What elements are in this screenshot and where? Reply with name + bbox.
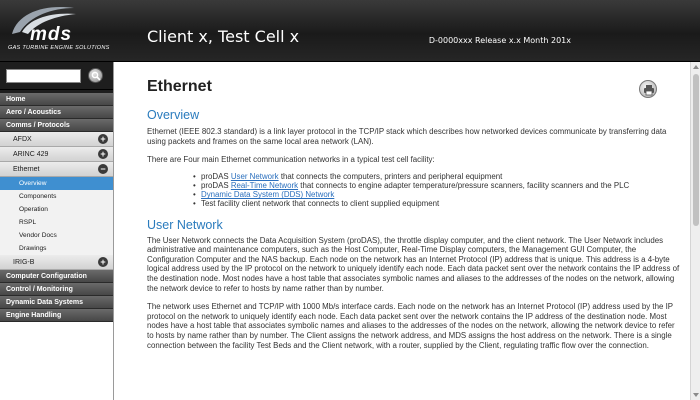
nav-drawings[interactable]: Drawings bbox=[0, 242, 113, 255]
nav-dynamic-data-systems[interactable]: Dynamic Data Systems bbox=[0, 296, 113, 309]
nav-aero-acoustics[interactable]: Aero / Acoustics bbox=[0, 106, 113, 119]
nav-arinc-429[interactable]: ARINC 429 + bbox=[0, 147, 113, 162]
search-area bbox=[0, 62, 113, 90]
main-content: Ethernet Overview Ethernet (IEEE 802.3 s… bbox=[115, 62, 690, 400]
real-time-network-link[interactable]: Real-Time Network bbox=[231, 181, 298, 190]
scroll-thumb[interactable] bbox=[693, 74, 699, 226]
overview-heading: Overview bbox=[147, 108, 200, 122]
scroll-up-arrow-icon[interactable] bbox=[693, 65, 699, 69]
list-item-text: that connects the computers, printers an… bbox=[278, 171, 503, 181]
user-network-paragraph-2: The network uses Ethernet and TCP/IP wit… bbox=[147, 302, 675, 350]
search-input[interactable] bbox=[6, 69, 81, 83]
logo-tagline: GAS TURBINE ENGINE SOLUTIONS bbox=[8, 45, 110, 51]
logo-text: mds bbox=[30, 24, 73, 45]
list-item: Test facility client network that connec… bbox=[193, 199, 680, 209]
list-item-text: that connects to engine adapter temperat… bbox=[298, 180, 630, 190]
expand-plus-icon[interactable]: + bbox=[98, 257, 108, 267]
nav-vendor-docs[interactable]: Vendor Docs bbox=[0, 229, 113, 242]
nav-home[interactable]: Home bbox=[0, 93, 113, 106]
scroll-down-arrow-icon[interactable] bbox=[693, 393, 699, 397]
nav-components[interactable]: Components bbox=[0, 190, 113, 203]
nav-irig-b-label: IRIG-B bbox=[13, 259, 35, 266]
nav-afdx-label: AFDX bbox=[13, 136, 32, 143]
expand-plus-icon[interactable]: + bbox=[98, 149, 108, 159]
list-item: proDAS Real-Time Network that connects t… bbox=[193, 180, 680, 190]
list-item-text: Test facility client network that connec… bbox=[201, 199, 440, 209]
nav-engine-handling[interactable]: Engine Handling bbox=[0, 309, 113, 322]
printer-icon bbox=[644, 85, 654, 96]
sidebar: Home Aero / Acoustics Comms / Protocols … bbox=[0, 62, 114, 400]
document-reference: D-0000xxx Release x.x Month 201x bbox=[428, 36, 571, 45]
nav-irig-b[interactable]: IRIG-B + bbox=[0, 255, 113, 270]
search-icon bbox=[91, 71, 101, 81]
expand-plus-icon[interactable]: + bbox=[98, 134, 108, 144]
collapse-minus-icon[interactable]: − bbox=[98, 164, 108, 174]
nav-arinc-429-label: ARINC 429 bbox=[13, 151, 49, 158]
list-item-text: proDAS bbox=[201, 180, 231, 190]
search-button[interactable] bbox=[88, 68, 103, 83]
network-list: proDAS User Network that connects the co… bbox=[193, 171, 680, 209]
print-button[interactable] bbox=[639, 80, 657, 98]
header: mds GAS TURBINE ENGINE SOLUTIONS Client … bbox=[0, 0, 700, 62]
nav-overview[interactable]: Overview bbox=[0, 177, 113, 190]
nav-ethernet-label: Ethernet bbox=[13, 166, 40, 173]
nav-rspl[interactable]: RSPL bbox=[0, 216, 113, 229]
nav-operation[interactable]: Operation bbox=[0, 203, 113, 216]
nav-ethernet[interactable]: Ethernet − bbox=[0, 162, 113, 177]
overview-paragraph-2: There are Four main Ethernet communicati… bbox=[147, 155, 435, 165]
nav-computer-configuration[interactable]: Computer Configuration bbox=[0, 270, 113, 283]
overview-paragraph-1: Ethernet (IEEE 802.3 standard) is a link… bbox=[147, 127, 667, 146]
dds-network-link[interactable]: Dynamic Data System (DDS) Network bbox=[201, 190, 334, 199]
page-title: Ethernet bbox=[147, 78, 212, 95]
client-title: Client x, Test Cell x bbox=[147, 27, 300, 46]
user-network-heading: User Network bbox=[147, 217, 223, 232]
user-network-paragraph-1: The User Network connects the Data Acqui… bbox=[147, 235, 680, 293]
content-scrollbar[interactable] bbox=[690, 62, 700, 400]
nav-comms-protocols[interactable]: Comms / Protocols bbox=[0, 119, 113, 132]
list-item: Dynamic Data System (DDS) Network bbox=[193, 190, 680, 199]
nav-afdx[interactable]: AFDX + bbox=[0, 132, 113, 147]
nav-control-monitoring[interactable]: Control / Monitoring bbox=[0, 283, 113, 296]
list-item-text: proDAS bbox=[201, 171, 231, 181]
user-network-link[interactable]: User Network bbox=[231, 172, 279, 181]
list-item: proDAS User Network that connects the co… bbox=[193, 171, 680, 181]
mds-logo[interactable]: mds GAS TURBINE ENGINE SOLUTIONS bbox=[6, 4, 116, 56]
